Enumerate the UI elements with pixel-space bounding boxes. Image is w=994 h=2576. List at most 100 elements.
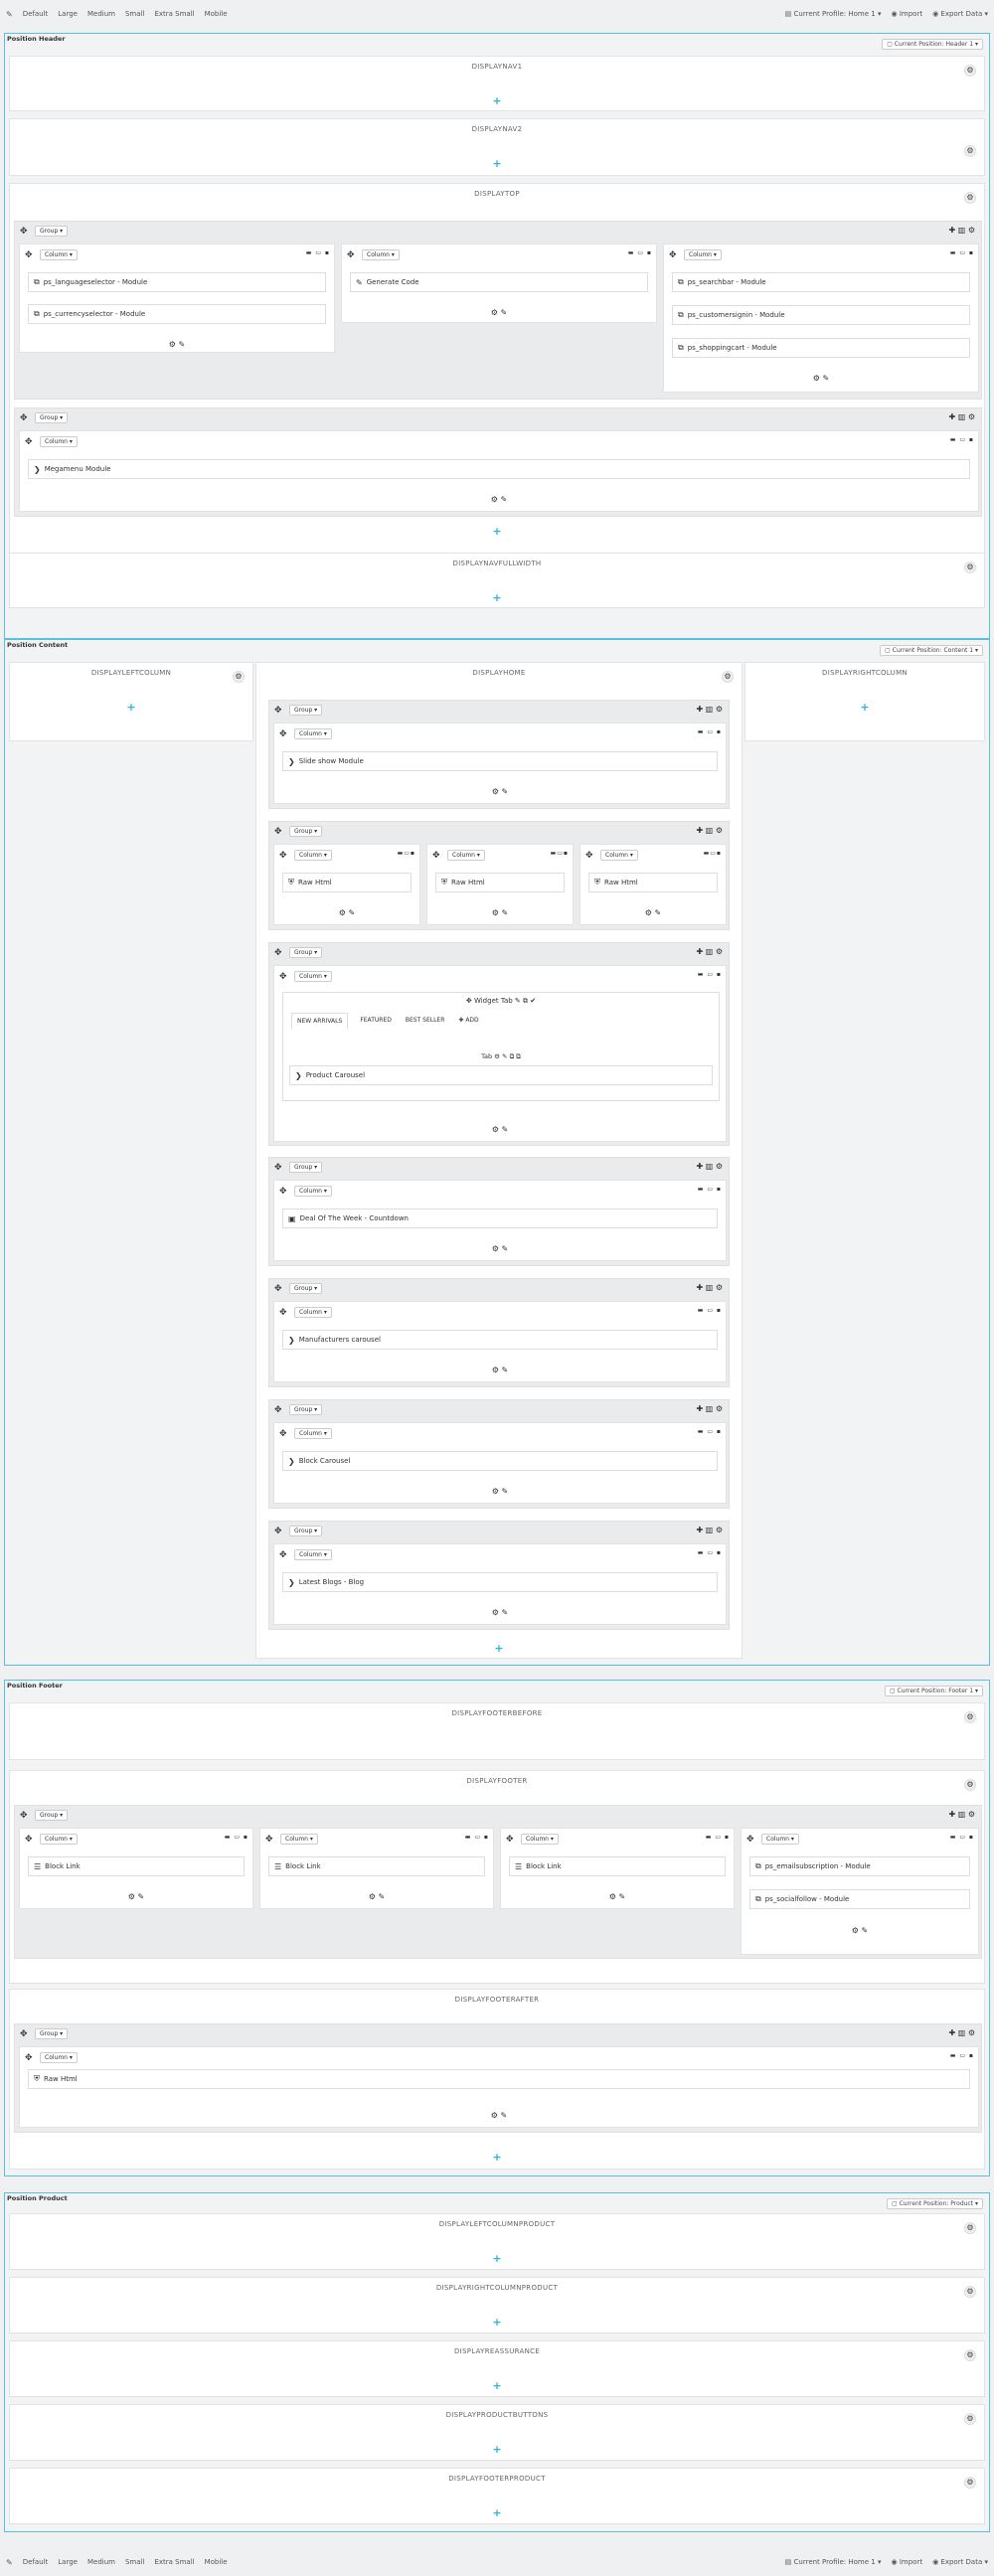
column-actions[interactable]: ⚙ ✎ (742, 1926, 978, 1935)
column-tools[interactable]: ▬ ▭ ▪ (698, 728, 722, 735)
export-dropdown[interactable]: ◉ Export Data ▾ (932, 2558, 988, 2566)
move-icon[interactable]: ✥ (274, 827, 282, 837)
column-dropdown[interactable]: Column ▾ (761, 1834, 799, 1845)
pencil-icon[interactable]: ✎ (6, 2558, 13, 2567)
move-icon[interactable]: ✥ (20, 2029, 28, 2039)
column-tools[interactable]: ▬ ▭ ▪ (698, 1549, 722, 1556)
column-actions[interactable]: ⚙ ✎ (427, 908, 573, 917)
group-tools[interactable]: ✚ ▥ ⚙ (696, 947, 723, 956)
column-tools[interactable]: ▬ ▭ ▪ (698, 1186, 722, 1193)
column-actions[interactable]: ⚙ ✎ (501, 1892, 734, 1901)
module-item[interactable]: ⛨ Raw Html (435, 873, 565, 892)
column-actions[interactable]: ⚙ ✎ (274, 787, 726, 796)
column-tools[interactable]: ▬ ▭ ▪ (950, 1834, 974, 1841)
move-icon[interactable]: ✥ (279, 1187, 287, 1197)
device-medium[interactable]: Medium (87, 10, 115, 18)
module-item[interactable]: ❯ Megamenu Module (28, 459, 970, 479)
add-group-button[interactable]: + (10, 2506, 984, 2519)
add-group-button[interactable]: + (10, 2443, 984, 2456)
column-tools[interactable]: ▬ ▭ ▪ (698, 1428, 722, 1435)
column-tools[interactable]: ▬ ▭ ▪ (950, 2052, 974, 2059)
module-item[interactable]: ⧉ ps_searchbar - Module (672, 272, 970, 292)
column-tools[interactable]: ▬▭▪ (398, 850, 415, 857)
column-tools[interactable]: ▬ ▭ ▪ (706, 1834, 730, 1841)
tab-best-seller[interactable]: BEST SELLER (404, 1013, 447, 1029)
column-dropdown[interactable]: Column ▾ (294, 1428, 332, 1439)
move-icon[interactable]: ✥ (274, 1527, 282, 1536)
add-tab-button[interactable]: ✚ ADD (456, 1013, 480, 1029)
move-icon[interactable]: ✥ (347, 250, 355, 260)
column-actions[interactable]: ⚙ ✎ (664, 374, 978, 383)
gear-icon[interactable]: ⚙ (722, 671, 734, 683)
gear-icon[interactable]: ⚙ (964, 2477, 976, 2489)
group-dropdown[interactable]: Group ▾ (289, 1162, 323, 1173)
column-dropdown[interactable]: Column ▾ (40, 2052, 78, 2063)
column-dropdown[interactable]: Column ▾ (294, 728, 332, 739)
group-tools[interactable]: ✚ ▥ ⚙ (948, 1810, 975, 1819)
column-tools[interactable]: ▬▭▪ (704, 850, 722, 857)
move-icon[interactable]: ✥ (279, 1429, 287, 1439)
device-mobile[interactable]: Mobile (205, 2558, 228, 2566)
module-item[interactable]: ⧉ ps_languageselector - Module (28, 272, 326, 292)
column-tools[interactable]: ▬ ▭ ▪ (950, 249, 974, 256)
column-dropdown[interactable]: Column ▾ (294, 1186, 332, 1197)
move-icon[interactable]: ✥ (279, 851, 287, 861)
column-tools[interactable]: ▬ ▭ ▪ (950, 436, 974, 443)
move-icon[interactable]: ✥ (25, 250, 33, 260)
content-position-dropdown[interactable]: ▢ Current Position: Content 1 ▾ (880, 645, 983, 656)
column-actions[interactable]: ⚙ ✎ (580, 908, 726, 917)
column-tools[interactable]: ▬▭▪ (551, 850, 569, 857)
add-group-button[interactable]: + (10, 2379, 984, 2392)
move-icon[interactable]: ✥ (432, 851, 440, 861)
add-group-button[interactable]: + (746, 701, 984, 714)
profile-dropdown[interactable]: ▤ Current Profile: Home 1 ▾ (785, 2558, 882, 2566)
move-icon[interactable]: ✥ (20, 413, 28, 423)
module-item[interactable]: ⧉ ps_emailsubscription - Module (749, 1856, 970, 1876)
module-item[interactable]: ⛨ Raw Html (282, 873, 412, 892)
module-item[interactable]: ⧉ ps_socialfollow - Module (749, 1889, 970, 1909)
widget-tools[interactable]: ✎ ⧉ ✔ (513, 997, 536, 1005)
column-tools[interactable]: ▬ ▭ ▪ (628, 249, 652, 256)
add-group-button[interactable]: + (10, 94, 984, 107)
column-dropdown[interactable]: Column ▾ (600, 850, 638, 861)
gear-icon[interactable]: ⚙ (964, 65, 976, 77)
add-group-button[interactable]: + (10, 2252, 984, 2265)
column-tools[interactable]: ▬ ▭ ▪ (698, 971, 722, 978)
import-button[interactable]: ◉ Import (891, 10, 922, 18)
column-dropdown[interactable]: Column ▾ (294, 1307, 332, 1318)
column-dropdown[interactable]: Column ▾ (294, 850, 332, 861)
footer-position-dropdown[interactable]: ▢ Current Position: Footer 1 ▾ (884, 1686, 983, 1696)
group-tools[interactable]: ✚ ▥ ⚙ (948, 412, 975, 421)
module-item[interactable]: ❯ Slide show Module (282, 751, 718, 771)
group-dropdown[interactable]: Group ▾ (289, 705, 323, 716)
group-tools[interactable]: ✚ ▥ ⚙ (696, 1404, 723, 1413)
tab-new-arrivals[interactable]: NEW ARRIVALS (291, 1013, 349, 1029)
column-dropdown[interactable]: Column ▾ (521, 1834, 559, 1845)
export-dropdown[interactable]: ◉ Export Data ▾ (932, 10, 988, 18)
add-group-button[interactable]: + (10, 701, 252, 714)
column-actions[interactable]: ⚙ ✎ (274, 1366, 726, 1374)
module-item[interactable]: ⧉ ps_currencyselector - Module (28, 304, 326, 324)
column-actions[interactable]: ⚙ ✎ (20, 495, 978, 504)
module-item[interactable]: ⧉ ps_customersignin - Module (672, 305, 970, 325)
device-extra-small[interactable]: Extra Small (154, 10, 194, 18)
column-tools[interactable]: ▬ ▭ ▪ (306, 249, 330, 256)
group-dropdown[interactable]: Group ▾ (35, 2028, 69, 2039)
profile-dropdown[interactable]: ▤ Current Profile: Home 1 ▾ (785, 10, 882, 18)
column-actions[interactable]: ⚙ ✎ (260, 1892, 493, 1901)
move-icon[interactable]: ✥ (466, 997, 474, 1005)
group-dropdown[interactable]: Group ▾ (289, 1283, 323, 1294)
gear-icon[interactable]: ⚙ (964, 2349, 976, 2361)
column-dropdown[interactable]: Column ▾ (684, 249, 722, 260)
group-dropdown[interactable]: Group ▾ (289, 1404, 323, 1415)
device-large[interactable]: Large (58, 2558, 78, 2566)
add-group-button[interactable]: + (10, 2316, 984, 2329)
group-tools[interactable]: ✚ ▥ ⚙ (696, 1526, 723, 1534)
column-dropdown[interactable]: Column ▾ (280, 1834, 318, 1845)
gear-icon[interactable]: ⚙ (964, 2286, 976, 2298)
column-actions[interactable]: ⚙ ✎ (342, 308, 656, 317)
gear-icon[interactable]: ⚙ (964, 1711, 976, 1723)
module-item[interactable]: ☰ Block Link (509, 1856, 726, 1876)
column-actions[interactable]: ⚙ ✎ (274, 1487, 726, 1496)
move-icon[interactable]: ✥ (274, 948, 282, 958)
